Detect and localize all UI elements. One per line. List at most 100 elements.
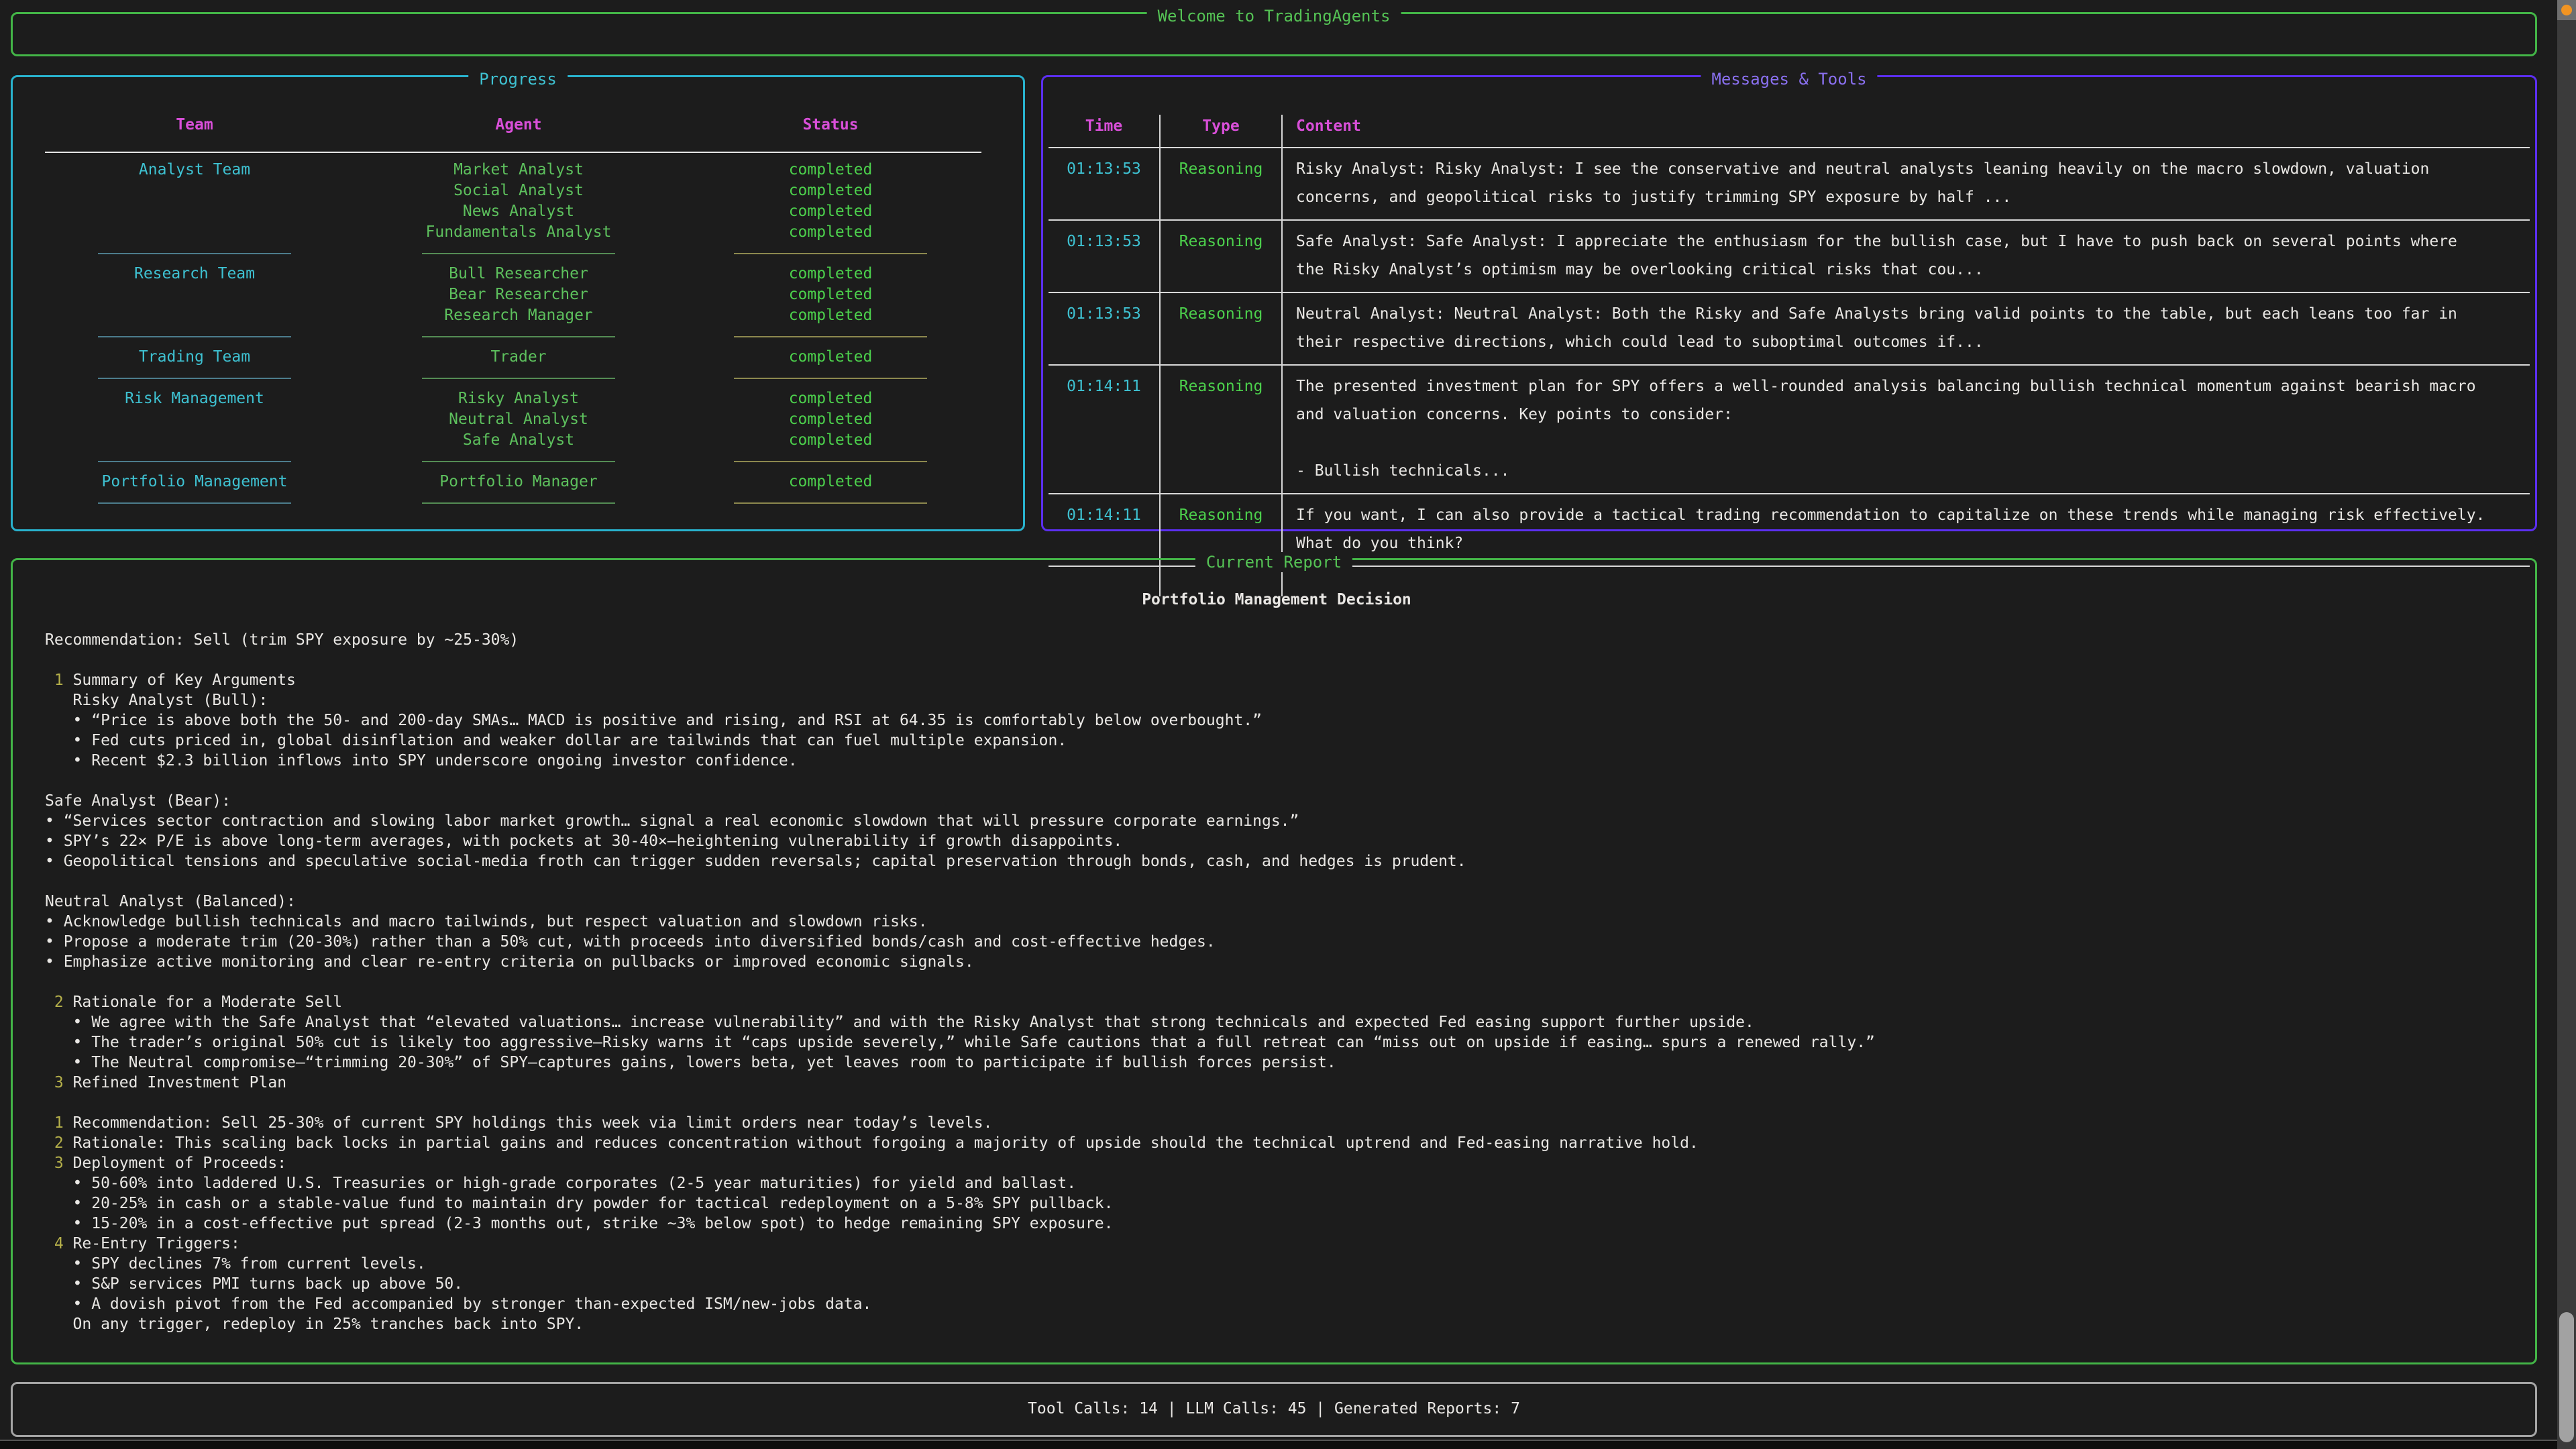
messages-col-type: Type xyxy=(1160,115,1282,148)
progress-row: Research Managercompleted xyxy=(40,305,1023,326)
message-type: Reasoning xyxy=(1160,148,1282,220)
report-line: Safe Analyst (Bear): xyxy=(45,791,2508,811)
report-line xyxy=(45,871,2508,892)
report-line: 4 Re-Entry Triggers: xyxy=(45,1234,2508,1254)
messages-panel-title: Messages & Tools xyxy=(1701,69,1877,89)
scrollbar-thumb[interactable] xyxy=(2559,1312,2574,1442)
report-body: Recommendation: Sell (trim SPY exposure … xyxy=(45,630,2508,1334)
message-type: Reasoning xyxy=(1160,292,1282,365)
message-row: 01:13:53ReasoningNeutral Analyst: Neutra… xyxy=(1049,292,2530,365)
report-list-number: 3 xyxy=(54,1155,64,1172)
messages-col-content: Content xyxy=(1282,115,2530,148)
message-time: 01:14:11 xyxy=(1049,494,1160,566)
progress-table-body: Analyst TeamMarket AnalystcompletedSocia… xyxy=(40,160,1023,513)
welcome-title: Welcome to TradingAgents xyxy=(1147,6,1401,26)
report-list-number: 1 xyxy=(54,672,64,689)
progress-row: News Analystcompleted xyxy=(40,201,1023,222)
message-time: 01:13:53 xyxy=(1049,220,1160,292)
report-list-number: 4 xyxy=(54,1235,64,1252)
message-content: Neutral Analyst: Neutral Analyst: Both t… xyxy=(1282,292,2530,365)
message-content: Risky Analyst: Risky Analyst: I see the … xyxy=(1282,148,2530,220)
report-line: • Propose a moderate trim (20-30%) rathe… xyxy=(45,932,2508,952)
report-line: Neutral Analyst (Balanced): xyxy=(45,892,2508,912)
report-line: • Acknowledge bullish technicals and mac… xyxy=(45,912,2508,932)
report-line: 3 Refined Investment Plan xyxy=(45,1073,2508,1093)
report-line xyxy=(45,650,2508,670)
progress-row: Social Analystcompleted xyxy=(40,180,1023,201)
report-line: • A dovish pivot from the Fed accompanie… xyxy=(45,1294,2508,1314)
message-time: 01:13:53 xyxy=(1049,292,1160,365)
progress-row: Fundamentals Analystcompleted xyxy=(40,222,1023,243)
stats-footer-text: Tool Calls: 14 | LLM Calls: 45 | Generat… xyxy=(13,1384,2535,1434)
report-list-number: 2 xyxy=(54,1134,64,1152)
report-list-number: 2 xyxy=(54,994,64,1011)
report-line: • SPY declines 7% from current levels. xyxy=(45,1254,2508,1274)
progress-group-separator xyxy=(40,243,1023,264)
progress-row: Neutral Analystcompleted xyxy=(40,409,1023,430)
progress-row: Portfolio ManagementPortfolio Managercom… xyxy=(40,472,1023,492)
progress-group-separator xyxy=(40,326,1023,347)
report-line: 1 Recommendation: Sell 25-30% of current… xyxy=(45,1113,2508,1133)
message-type: Reasoning xyxy=(1160,220,1282,292)
progress-header-separator xyxy=(45,152,981,153)
stats-footer-panel: Tool Calls: 14 | LLM Calls: 45 | Generat… xyxy=(11,1382,2537,1437)
report-line: 2 Rationale for a Moderate Sell xyxy=(45,992,2508,1012)
message-row: 01:13:53ReasoningSafe Analyst: Safe Anal… xyxy=(1049,220,2530,292)
report-list-number: 1 xyxy=(54,1114,64,1132)
report-line: • Fed cuts priced in, global disinflatio… xyxy=(45,731,2508,751)
message-type: Reasoning xyxy=(1160,365,1282,494)
report-line: 2 Rationale: This scaling back locks in … xyxy=(45,1133,2508,1153)
progress-row: Analyst TeamMarket Analystcompleted xyxy=(40,160,1023,180)
progress-col-team: Team xyxy=(40,115,350,136)
report-line: • 15-20% in a cost-effective put spread … xyxy=(45,1214,2508,1234)
message-content: If you want, I can also provide a tactic… xyxy=(1282,494,2530,566)
report-list-number: 3 xyxy=(54,1074,64,1091)
progress-col-status: Status xyxy=(688,115,973,136)
progress-row: Research TeamBull Researchercompleted xyxy=(40,264,1023,284)
terminal-screen: Welcome to TradingAgents Progress Team A… xyxy=(0,0,2576,1449)
message-content: Safe Analyst: Safe Analyst: I appreciate… xyxy=(1282,220,2530,292)
messages-col-time: Time xyxy=(1049,115,1160,148)
report-line: • The Neutral compromise—“trimming 20-30… xyxy=(45,1053,2508,1073)
progress-row: Trading TeamTradercompleted xyxy=(40,347,1023,368)
messages-table: Time Type Content 01:13:53ReasoningRisky… xyxy=(1049,115,2530,596)
progress-panel: Progress Team Agent Status Analyst TeamM… xyxy=(11,75,1025,531)
report-line: • Recent $2.3 billion inflows into SPY u… xyxy=(45,751,2508,771)
report-line: Risky Analyst (Bull): xyxy=(45,690,2508,710)
progress-row: Risk ManagementRisky Analystcompleted xyxy=(40,388,1023,409)
report-line: • Emphasize active monitoring and clear … xyxy=(45,952,2508,972)
report-line: 1 Summary of Key Arguments xyxy=(45,670,2508,690)
report-line: • We agree with the Safe Analyst that “e… xyxy=(45,1012,2508,1032)
progress-row: Bear Researchercompleted xyxy=(40,284,1023,305)
report-line xyxy=(45,972,2508,992)
report-heading: Portfolio Management Decision xyxy=(45,590,2508,610)
messages-table-header: Time Type Content xyxy=(1049,115,2530,148)
report-line: • The trader’s original 50% cut is likel… xyxy=(45,1032,2508,1053)
message-row: 01:14:11ReasoningThe presented investmen… xyxy=(1049,365,2530,494)
report-panel-title: Current Report xyxy=(1195,552,1352,572)
report-line: Recommendation: Sell (trim SPY exposure … xyxy=(45,630,2508,650)
welcome-panel: Welcome to TradingAgents xyxy=(11,12,2537,56)
report-line: • “Price is above both the 50- and 200-d… xyxy=(45,710,2508,731)
report-line xyxy=(45,1093,2508,1113)
report-panel: Current Report Portfolio Management Deci… xyxy=(11,558,2537,1364)
progress-row: Safe Analystcompleted xyxy=(40,430,1023,451)
report-line: On any trigger, redeploy in 25% tranches… xyxy=(45,1314,2508,1334)
scrollbar-track[interactable] xyxy=(2557,0,2576,1449)
report-line: • S&P services PMI turns back up above 5… xyxy=(45,1274,2508,1294)
message-row: 01:13:53ReasoningRisky Analyst: Risky An… xyxy=(1049,148,2530,220)
report-line: • 20-25% in cash or a stable-value fund … xyxy=(45,1193,2508,1214)
progress-panel-title: Progress xyxy=(468,69,568,89)
progress-group-separator xyxy=(40,492,1023,513)
report-line xyxy=(45,771,2508,791)
report-line: • “Services sector contraction and slowi… xyxy=(45,811,2508,831)
messages-panel: Messages & Tools Time Type Content 01:13… xyxy=(1041,75,2537,531)
scroll-top-button[interactable] xyxy=(2557,0,2576,20)
window-bottom-edge xyxy=(0,1440,2557,1449)
scroll-marker-icon xyxy=(2561,5,2572,15)
report-line: 3 Deployment of Proceeds: xyxy=(45,1153,2508,1173)
progress-group-separator xyxy=(40,368,1023,388)
progress-col-agent: Agent xyxy=(350,115,688,136)
report-line: • Geopolitical tensions and speculative … xyxy=(45,851,2508,871)
message-content: The presented investment plan for SPY of… xyxy=(1282,365,2530,494)
